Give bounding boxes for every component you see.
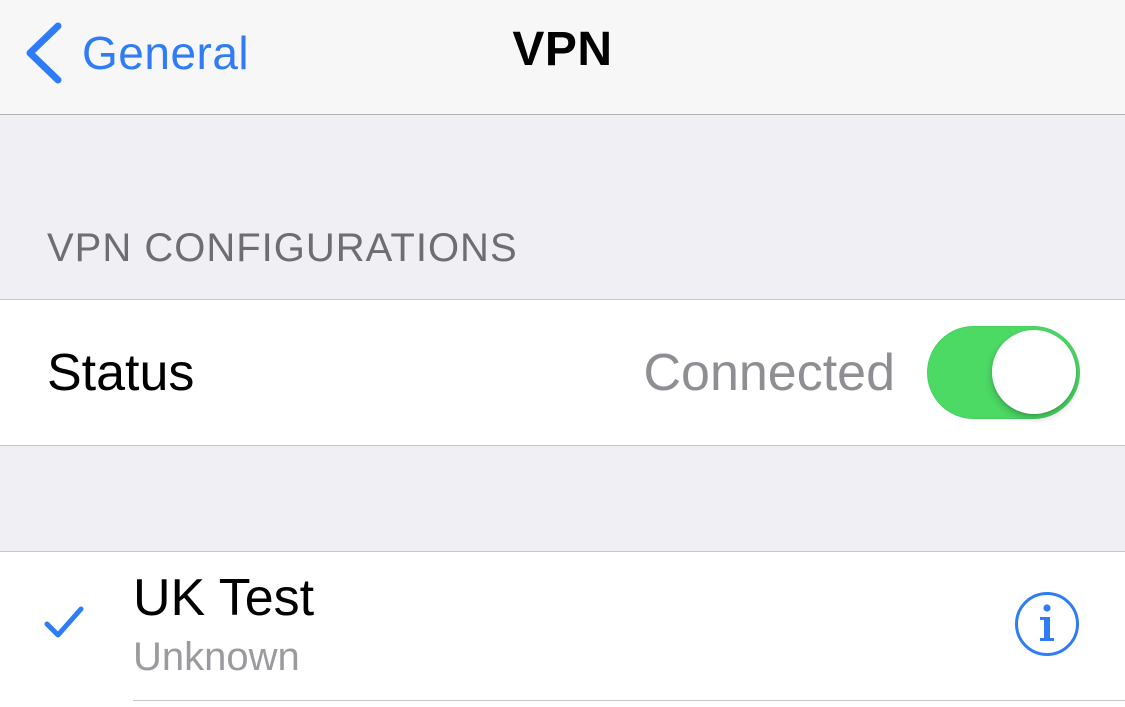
status-value: Connected bbox=[643, 344, 895, 402]
page-title: VPN bbox=[512, 23, 613, 76]
configuration-name[interactable]: UK Test bbox=[133, 568, 314, 628]
navigation-bar: General VPN bbox=[0, 0, 1125, 115]
section-header-vpn-configurations: VPN CONFIGURATIONS bbox=[47, 226, 518, 270]
vpn-toggle-switch[interactable] bbox=[927, 326, 1080, 419]
status-row: Status Connected bbox=[0, 299, 1125, 446]
status-label: Status bbox=[47, 344, 195, 402]
checkmark-icon bbox=[44, 606, 84, 638]
info-icon[interactable] bbox=[1014, 591, 1080, 657]
row-divider bbox=[133, 700, 1125, 701]
configuration-status: Unknown bbox=[133, 635, 300, 679]
vpn-settings-screen: General VPN VPN CONFIGURATIONS Status Co… bbox=[0, 0, 1125, 707]
toggle-knob bbox=[992, 330, 1076, 414]
